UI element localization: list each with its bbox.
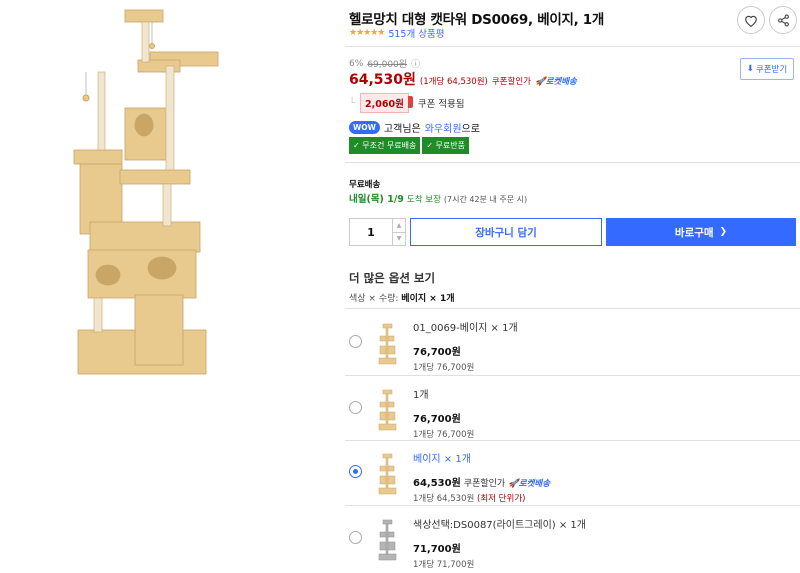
option-radio-selected[interactable] [349,465,362,478]
divider [345,162,800,163]
discount-rate: 6% [349,58,364,69]
product-title: 헬로망치 대형 캣타워 DS0069, 베이지, 1개 [349,12,605,28]
wow-prefix: 고객님은 [383,124,421,135]
option-unit-price: 1개당 71,700원 [413,560,475,570]
option-name: 1개 [413,390,429,401]
option-unit-price: 1개당 76,700원 [413,363,475,373]
divider [345,440,800,441]
price-line: 64,530원 (1개당 64,530원) 쿠폰할인가 🚀로켓배송 [349,69,577,89]
divider [345,505,800,506]
rocket-label: 로켓배송 [545,77,577,87]
lowest-unit-price-label: (최저 단위가) [477,494,526,504]
wow-member-link[interactable]: 와우회원 [425,120,462,135]
options-summary: 색상 × 수량: 베이지 × 1개 [349,291,455,304]
option-row[interactable]: 1개 76,700원 1개당 76,700원 [349,377,800,443]
option-radio[interactable] [349,401,362,414]
option-coupon-label: 쿠폰할인가 [463,479,506,489]
option-price: 71,700원 [413,544,461,555]
wow-badge: WOW [349,121,380,134]
sale-price: 64,530원 [349,72,416,88]
rocket-icon: 🚀 [508,479,519,489]
quantity-stepper[interactable]: 1 ▲ ▼ [349,218,406,246]
option-unit-price-line: 1개당 64,530원 (최저 단위가) [413,492,550,504]
delivery-note: (7시간 42분 내 주문 시) [443,195,528,204]
share-icon [777,14,789,26]
coupon-download-button[interactable]: ⬇ 쿠폰받기 [740,58,794,80]
option-price: 64,530원 [413,478,461,489]
coupon-applied-text: 쿠폰 적용됨 [417,99,465,110]
buy-now-label: 바로구매 [674,226,714,239]
option-thumbnail [378,323,397,365]
bracket-icon: └ [349,97,356,109]
option-row[interactable]: 01_0069-베이지 × 1개 76,700원 1개당 76,700원 [349,312,800,378]
unit-price: (1개당 64,530원) [419,77,488,87]
coupon-price-label: 쿠폰할인가 [491,77,531,87]
coupon-applied: └ 2,060원 쿠폰 적용됨 [349,93,465,113]
rating-stars: ★★★★★ [349,28,385,38]
option-rocket-badge: 🚀로켓배송 [508,477,550,489]
option-price: 76,700원 [413,347,461,358]
option-name: 01_0069-베이지 × 1개 [413,323,518,334]
quantity-value[interactable]: 1 [350,219,392,245]
review-count-link[interactable]: 515개 상품평 [388,26,444,40]
rating[interactable]: ★★★★★ 515개 상품평 [349,26,444,40]
options-summary-value: 베이지 × 1개 [401,294,455,304]
delivery-info: 내일(목) 1/9 도착 보장 (7시간 42분 내 주문 시) [349,191,527,205]
rocket-badge: 🚀로켓배송 [535,75,577,87]
heart-icon [745,15,757,27]
option-name: 색상선택:DS0087(라이트그레이) × 1개 [413,520,586,531]
delivery-date: 내일(목) 1/9 [349,194,404,205]
download-icon: ⬇ [746,64,754,74]
divider [345,308,800,309]
delivery-guarantee: 도착 보장 [406,195,441,205]
rocket-label: 로켓배송 [518,479,551,489]
option-radio[interactable] [349,335,362,348]
quantity-up-icon[interactable]: ▲ [393,219,405,233]
wow-suffix: 으로 [461,124,480,135]
option-unit-price: 1개당 64,530원 [413,494,475,504]
option-thumbnail [378,453,397,495]
option-thumbnail [378,389,397,431]
favorite-button[interactable] [737,6,765,34]
free-shipping-badge: ✓ 무조건 무료배송 [349,137,421,154]
option-radio[interactable] [349,531,362,544]
wow-membership-line: WOW 고객님은 와우회원 으로 [349,120,480,135]
option-name: 베이지 × 1개 [413,454,471,465]
divider [345,375,800,376]
delivery-label: 무료배송 [349,180,381,190]
option-row-selected[interactable]: 베이지 × 1개 64,530원 쿠폰할인가 🚀로켓배송 1개당 64,530원… [349,442,800,508]
add-to-cart-button[interactable]: 장바구니 담기 [410,218,602,246]
option-thumbnail [378,519,397,561]
chevron-right-icon: ❯ [719,227,728,237]
coupon-amount: 2,060원 [360,93,413,113]
option-unit-price: 1개당 76,700원 [413,430,475,440]
option-row[interactable]: 색상선택:DS0087(라이트그레이) × 1개 71,700원 1개당 71,… [349,507,800,573]
quantity-down-icon[interactable]: ▼ [393,233,405,246]
free-return-badge: ✓ 무료반품 [422,137,469,154]
product-image [73,9,219,375]
shipping-badges: ✓ 무조건 무료배송 ✓ 무료반품 [349,137,469,154]
share-button[interactable] [769,6,797,34]
more-options-title: 더 많은 옵션 보기 [349,271,436,285]
divider [345,46,800,47]
options-summary-label: 색상 × 수량: [349,294,399,304]
buy-now-button[interactable]: 바로구매 ❯ [606,218,796,246]
coupon-button-label: 쿠폰받기 [755,65,788,75]
option-price: 76,700원 [413,414,461,425]
rocket-icon: 🚀 [534,77,546,87]
